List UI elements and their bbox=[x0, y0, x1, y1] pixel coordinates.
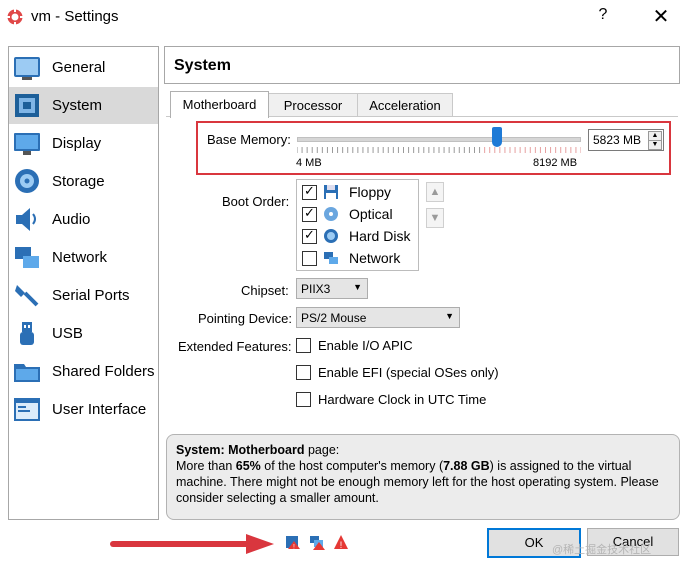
boot-item-hard-disk[interactable]: ✓ Hard Disk bbox=[297, 225, 418, 247]
sidebar-item-display[interactable]: Display bbox=[9, 125, 158, 162]
arrow-up-icon: ▲ bbox=[429, 186, 441, 198]
checkbox[interactable] bbox=[296, 392, 311, 407]
close-button[interactable]: ✕ bbox=[650, 4, 672, 29]
memory-value: 5823 MB bbox=[593, 133, 642, 147]
memory-slider-thumb[interactable] bbox=[492, 127, 503, 147]
page-title: System bbox=[174, 57, 231, 74]
settings-sidebar: General System Display Storage Audio Net… bbox=[8, 46, 159, 520]
network-icon bbox=[15, 247, 39, 268]
general-icon bbox=[14, 57, 40, 80]
sidebar-item-audio[interactable]: Audio bbox=[9, 201, 158, 238]
sidebar-item-user-interface[interactable]: User Interface bbox=[9, 391, 158, 428]
annotation-arrow bbox=[110, 534, 274, 554]
move-down-button[interactable]: ▼ bbox=[426, 208, 444, 228]
move-up-button[interactable]: ▲ bbox=[426, 182, 444, 202]
sidebar-item-shared-folders[interactable]: Shared Folders bbox=[9, 353, 158, 390]
check-icon: ✓ bbox=[304, 205, 315, 220]
help-button[interactable]: ? bbox=[593, 6, 613, 24]
extended-features-label: Extended Features: bbox=[178, 339, 292, 354]
sidebar-item-network[interactable]: Network bbox=[9, 239, 158, 276]
serial-ports-icon bbox=[15, 285, 39, 307]
audio-icon bbox=[16, 208, 36, 231]
virtualbox-icon bbox=[7, 9, 23, 25]
warning-system-icon[interactable]: ! bbox=[285, 534, 301, 550]
tab-processor[interactable]: Processor bbox=[268, 93, 358, 117]
watermark: @稀土掘金技术社区 bbox=[552, 544, 652, 556]
chipset-label: Chipset: bbox=[241, 283, 289, 298]
checkbox[interactable]: ✓ bbox=[302, 227, 317, 244]
boot-item-network[interactable]: Network bbox=[297, 247, 418, 269]
boot-order-list[interactable]: ✓ Floppy ✓ Optical ✓ Hard Disk Network bbox=[296, 179, 419, 271]
chipset-select[interactable]: PIIX3 ▼ bbox=[296, 278, 368, 299]
floppy-icon bbox=[324, 185, 338, 199]
usb-icon bbox=[20, 322, 34, 345]
optical-icon bbox=[324, 207, 338, 221]
base-memory-label: Base Memory: bbox=[207, 132, 291, 147]
window-title: vm - Settings bbox=[31, 8, 119, 25]
memory-slider-track[interactable] bbox=[297, 137, 581, 142]
sidebar-item-serial-ports[interactable]: Serial Ports bbox=[9, 277, 158, 314]
system-icon bbox=[15, 94, 39, 117]
memory-spinbox[interactable]: 5823 MB ▲ ▼ bbox=[588, 129, 664, 151]
chevron-down-icon: ▼ bbox=[353, 282, 362, 292]
check-icon: ✓ bbox=[304, 227, 315, 242]
checkbox[interactable]: ✓ bbox=[302, 183, 317, 200]
spin-down-icon[interactable]: ▼ bbox=[648, 140, 662, 150]
sidebar-item-general[interactable]: General bbox=[9, 49, 158, 86]
checkbox[interactable] bbox=[302, 251, 317, 266]
memory-max-label: 8192 MB bbox=[533, 157, 578, 169]
checkbox[interactable]: ✓ bbox=[302, 205, 317, 222]
warning-info-panel: System: Motherboard page: More than 65% … bbox=[166, 434, 680, 520]
boot-item-optical[interactable]: ✓ Optical bbox=[297, 203, 418, 225]
pointing-device-select[interactable]: PS/2 Mouse ▼ bbox=[296, 307, 460, 328]
warning-alert-icon[interactable]: ! bbox=[333, 534, 349, 550]
display-icon bbox=[14, 133, 40, 155]
sidebar-item-usb[interactable]: USB bbox=[9, 315, 158, 352]
warning-message: System: Motherboard page: More than 65% … bbox=[176, 443, 659, 505]
checkbox[interactable] bbox=[296, 365, 311, 380]
warning-network-icon[interactable] bbox=[309, 534, 325, 550]
memory-min-label: 4 MB bbox=[296, 157, 322, 169]
checkbox[interactable] bbox=[296, 338, 311, 353]
check-icon: ✓ bbox=[304, 183, 315, 198]
memory-slider-ticks bbox=[297, 147, 581, 153]
svg-text:!: ! bbox=[340, 540, 343, 550]
user-interface-icon bbox=[14, 398, 40, 421]
tab-motherboard[interactable]: Motherboard bbox=[170, 91, 269, 118]
hard-disk-icon bbox=[324, 229, 338, 243]
title-bar: vm - Settings ? ✕ bbox=[0, 0, 685, 34]
chevron-down-icon: ▼ bbox=[445, 311, 454, 321]
arrow-down-icon: ▼ bbox=[429, 212, 441, 224]
boot-item-floppy[interactable]: ✓ Floppy bbox=[297, 181, 418, 203]
tab-acceleration[interactable]: Acceleration bbox=[357, 93, 453, 117]
network-icon bbox=[324, 252, 338, 264]
shared-folders-icon bbox=[14, 364, 40, 382]
sidebar-item-system[interactable]: System bbox=[9, 87, 158, 124]
sidebar-item-storage[interactable]: Storage bbox=[9, 163, 158, 200]
pointing-device-label: Pointing Device: bbox=[198, 311, 292, 326]
storage-icon bbox=[15, 169, 39, 193]
page-header: System bbox=[164, 46, 680, 84]
boot-order-label: Boot Order: bbox=[222, 194, 290, 209]
